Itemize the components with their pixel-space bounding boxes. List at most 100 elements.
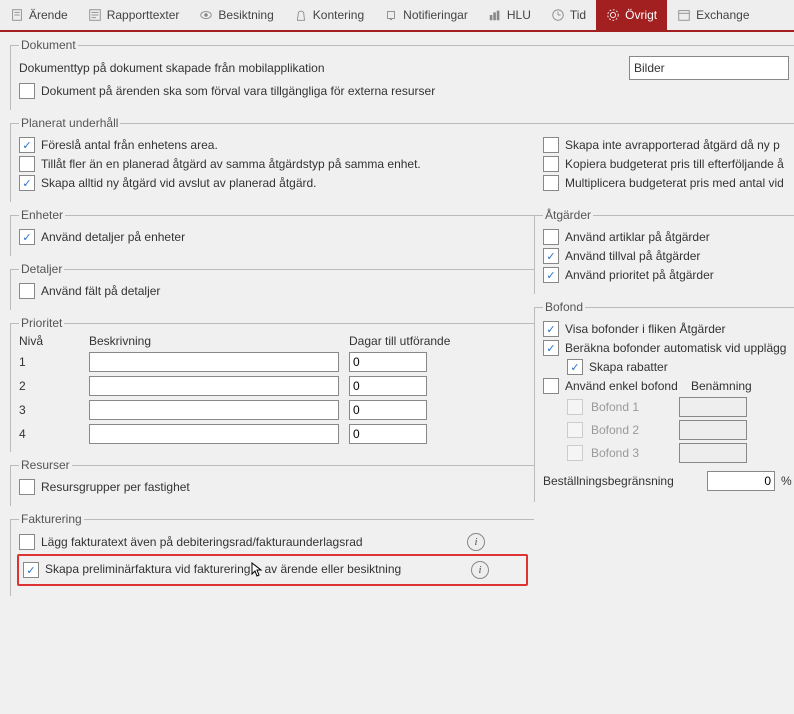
tab-tid[interactable]: Tid	[541, 0, 596, 30]
checkbox-falt-detaljer[interactable]	[19, 283, 35, 299]
group-resurser: Resurser Resursgrupper per fastighet	[10, 458, 534, 506]
group-enheter: Enheter ✓Använd detaljer på enheter	[10, 208, 534, 256]
tab-kontering[interactable]: Kontering	[284, 0, 374, 30]
group-detaljer: Detaljer Använd fält på detaljer	[10, 262, 534, 310]
checkbox-label: Multiplicera budgeterat pris med antal v…	[565, 176, 784, 190]
col-header-dagar: Dagar till utförande	[349, 334, 469, 348]
col-header-niva: Nivå	[19, 334, 79, 348]
tab-exchange[interactable]: Exchange	[667, 0, 759, 30]
tab-label: Besiktning	[218, 8, 273, 22]
begransning-label: Beställningsbegränsning	[543, 474, 701, 488]
col-header-beskrivning: Beskrivning	[89, 334, 339, 348]
prio-level: 1	[19, 355, 79, 369]
checkbox-multiplicera-pris[interactable]	[543, 175, 559, 191]
checkbox-tillat-fler[interactable]	[19, 156, 35, 172]
checkbox-label: Lägg fakturatext även på debiteringsrad/…	[41, 535, 441, 549]
calendar-icon	[677, 8, 691, 22]
checkbox-visa-bofonder[interactable]: ✓	[543, 321, 559, 337]
group-legend: Åtgärder	[543, 208, 593, 222]
bofond-label: Bofond 2	[591, 423, 671, 437]
checkbox-skapa-alltid-ny[interactable]: ✓	[19, 175, 35, 191]
tab-hlu[interactable]: HLU	[478, 0, 541, 30]
checkbox-dokument-externa[interactable]	[19, 83, 35, 99]
prio-level: 4	[19, 427, 79, 441]
checkbox-kopiera-pris[interactable]	[543, 156, 559, 172]
prio-level: 3	[19, 403, 79, 417]
checkbox-detaljer-enheter[interactable]: ✓	[19, 229, 35, 245]
checkbox-skapa-inte-avrapp[interactable]	[543, 137, 559, 153]
tab-ovrigt[interactable]: Övrigt	[596, 0, 667, 30]
prio-beskrivning-input[interactable]	[89, 376, 339, 396]
group-legend: Resurser	[19, 458, 72, 472]
prio-level: 2	[19, 379, 79, 393]
checkbox-label: Skapa preliminärfaktura vid faktureringa…	[45, 562, 445, 578]
group-legend: Bofond	[543, 300, 585, 314]
checkbox-berakna-bofonder[interactable]: ✓	[543, 340, 559, 356]
checkbox-bofond2	[567, 422, 583, 438]
bag-icon	[294, 8, 308, 22]
bofond-label: Bofond 1	[591, 400, 671, 414]
tab-besiktning[interactable]: Besiktning	[189, 0, 283, 30]
checkbox-label: Resursgrupper per fastighet	[41, 480, 190, 494]
prio-beskrivning-input[interactable]	[89, 424, 339, 444]
bell-icon	[384, 8, 398, 22]
doc-icon	[10, 8, 24, 22]
bofond1-input	[679, 397, 747, 417]
checkbox-tillval-atg[interactable]: ✓	[543, 248, 559, 264]
percent-label: %	[781, 474, 792, 488]
tab-rapporttexter[interactable]: Rapporttexter	[78, 0, 190, 30]
checkbox-label: Använd enkel bofond	[565, 379, 685, 393]
prio-dagar-input[interactable]	[349, 424, 427, 444]
checkbox-bofond1	[567, 399, 583, 415]
label-part: Skapa preliminärfaktura vid fakturering	[45, 562, 250, 576]
tab-label: Tid	[570, 8, 586, 22]
checkbox-fakturatext[interactable]	[19, 534, 35, 550]
prio-dagar-input[interactable]	[349, 376, 427, 396]
checkbox-label: Föreslå antal från enhetens area.	[41, 138, 218, 152]
checkbox-label: Tillåt fler än en planerad åtgärd av sam…	[41, 157, 421, 171]
tab-notifieringar[interactable]: Notifieringar	[374, 0, 478, 30]
checkbox-artiklar-atg[interactable]	[543, 229, 559, 245]
col-header-benamning: Benämning	[691, 379, 752, 393]
begransning-input[interactable]	[707, 471, 775, 491]
checkbox-resursgrupper[interactable]	[19, 479, 35, 495]
dokumenttyp-dropdown[interactable]: Bilder	[629, 56, 789, 80]
dokumenttyp-label: Dokumenttyp på dokument skapade från mob…	[19, 61, 609, 75]
checkbox-enkel-bofond[interactable]	[543, 378, 559, 394]
tab-label: Notifieringar	[403, 8, 468, 22]
prio-dagar-input[interactable]	[349, 400, 427, 420]
tab-label: Kontering	[313, 8, 364, 22]
bars-icon	[488, 8, 502, 22]
prio-beskrivning-input[interactable]	[89, 352, 339, 372]
checkbox-label: Använd prioritet på åtgärder	[565, 268, 714, 282]
info-icon[interactable]: i	[471, 561, 489, 579]
checkbox-foresla-antal[interactable]: ✓	[19, 137, 35, 153]
dropdown-value: Bilder	[634, 61, 665, 75]
info-icon[interactable]: i	[467, 533, 485, 551]
group-legend: Dokument	[19, 38, 78, 52]
bofond-label: Bofond 3	[591, 446, 671, 460]
group-legend: Planerat underhåll	[19, 116, 120, 130]
group-fakturering: Fakturering Lägg fakturatext även på deb…	[10, 512, 534, 596]
checkbox-label: Använd detaljer på enheter	[41, 230, 185, 244]
bofond2-input	[679, 420, 747, 440]
tab-arende[interactable]: Ärende	[0, 0, 78, 30]
group-legend: Fakturering	[19, 512, 84, 526]
tab-label: Exchange	[696, 8, 749, 22]
prio-beskrivning-input[interactable]	[89, 400, 339, 420]
checkbox-preliminarfaktura[interactable]: ✓	[23, 562, 39, 578]
checkbox-label: Använd fält på detaljer	[41, 284, 160, 298]
checkbox-label: Skapa alltid ny åtgärd vid avslut av pla…	[41, 176, 317, 190]
group-legend: Detaljer	[19, 262, 64, 276]
group-atgarder: Åtgärder Använd artiklar på åtgärder ✓An…	[534, 208, 794, 294]
tab-label: HLU	[507, 8, 531, 22]
checkbox-skapa-rabatter[interactable]: ✓	[567, 359, 583, 375]
checkbox-prioritet-atg[interactable]: ✓	[543, 267, 559, 283]
checkbox-label: Beräkna bofonder automatisk vid upplägg	[565, 341, 786, 355]
prio-dagar-input[interactable]	[349, 352, 427, 372]
gear-icon	[606, 8, 620, 22]
tab-label: Rapporttexter	[107, 8, 180, 22]
group-dokument: Dokument Dokumenttyp på dokument skapade…	[10, 38, 794, 110]
group-legend: Prioritet	[19, 316, 64, 330]
checkbox-label: Skapa inte avrapporterad åtgärd då ny p	[565, 138, 780, 152]
